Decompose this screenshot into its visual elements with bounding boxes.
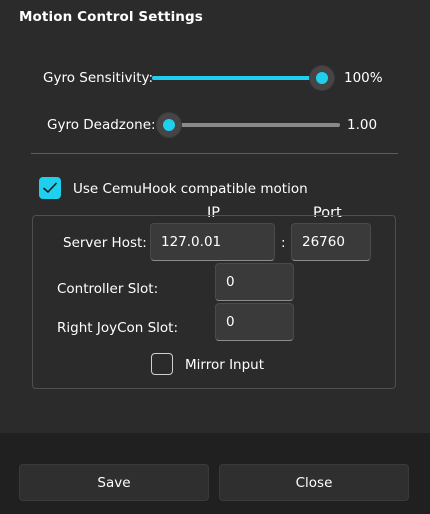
slider-thumb[interactable] bbox=[310, 66, 334, 90]
server-host-input[interactable] bbox=[150, 223, 275, 261]
slider-thumb[interactable] bbox=[157, 113, 181, 137]
dialog-footer: Save Close bbox=[0, 433, 430, 514]
gyro-deadzone-slider[interactable] bbox=[157, 113, 340, 137]
gyro-sensitivity-slider[interactable] bbox=[152, 66, 334, 90]
right-joycon-slot-input[interactable] bbox=[215, 303, 294, 341]
controller-slot-input[interactable] bbox=[215, 263, 294, 301]
right-joycon-slot-label: Right JoyCon Slot: bbox=[57, 320, 179, 336]
gyro-sensitivity-value: 100% bbox=[344, 70, 383, 86]
controller-slot-label: Controller Slot: bbox=[57, 281, 159, 297]
checkmark-icon bbox=[43, 182, 57, 193]
gyro-deadzone-label: Gyro Deadzone: bbox=[47, 117, 156, 133]
host-port-separator: : bbox=[281, 235, 286, 251]
save-button[interactable]: Save bbox=[19, 464, 209, 501]
gyro-deadzone-value: 1.00 bbox=[347, 117, 378, 133]
port-input[interactable] bbox=[291, 223, 371, 261]
cemuhook-checkbox[interactable] bbox=[39, 177, 61, 199]
close-button[interactable]: Close bbox=[219, 464, 409, 501]
gyro-sensitivity-label: Gyro Sensitivity: bbox=[43, 70, 154, 86]
section-divider bbox=[31, 153, 398, 154]
cemuhook-checkbox-label[interactable]: Use CemuHook compatible motion bbox=[73, 181, 308, 197]
slider-track bbox=[169, 123, 340, 127]
server-host-label: Server Host: bbox=[63, 235, 147, 251]
dialog-title: Motion Control Settings bbox=[19, 9, 203, 25]
mirror-input-checkbox[interactable] bbox=[151, 353, 173, 375]
slider-fill bbox=[152, 76, 322, 80]
motion-control-settings-dialog: Motion Control Settings Gyro Sensitivity… bbox=[0, 0, 430, 514]
mirror-input-label[interactable]: Mirror Input bbox=[185, 357, 264, 373]
